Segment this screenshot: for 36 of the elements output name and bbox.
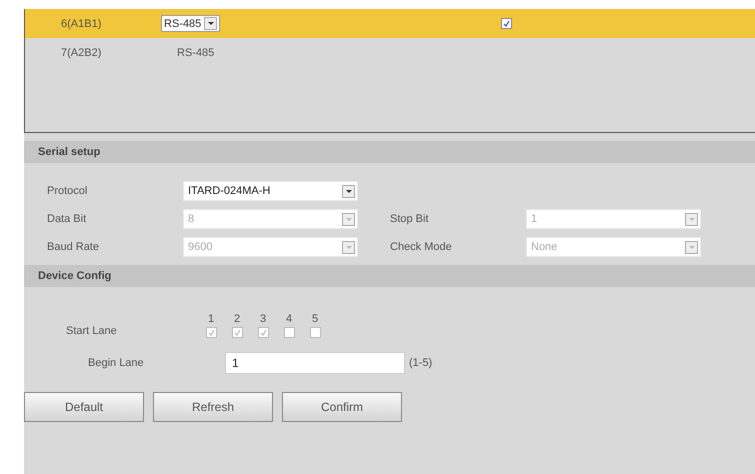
checkbox[interactable] [501, 18, 512, 29]
port-name: 6(A1B1) [61, 18, 102, 30]
check-icon [503, 20, 510, 27]
field-label: Baud Rate [47, 241, 100, 253]
port-name: 7(A2B2) [61, 46, 102, 58]
port-type: RS-485 [176, 46, 214, 58]
lane-checkbox[interactable] [258, 327, 268, 338]
lane-number: 4 [286, 313, 292, 325]
lane-number: 2 [234, 313, 240, 325]
action-button[interactable]: Confirm [282, 392, 402, 422]
select-field[interactable]: ITARD-024MA-H [183, 181, 358, 201]
check-icon [260, 329, 266, 336]
section-header: Device Config [24, 265, 755, 287]
field-label: Begin Lane [88, 357, 145, 369]
field-label: Check Mode [390, 241, 453, 253]
lane-checkbox[interactable] [310, 327, 320, 338]
lane-number: 5 [312, 313, 318, 325]
check-icon [208, 329, 214, 336]
input-field[interactable]: 1 [225, 352, 405, 374]
section-header: Serial setup [24, 141, 755, 163]
action-button[interactable]: Refresh [153, 392, 273, 422]
port-type-select[interactable]: RS-485 [161, 15, 220, 32]
field-label: Stop Bit [390, 213, 430, 225]
lane-checkbox[interactable] [232, 327, 242, 338]
port-row[interactable]: 6(A1B1) RS-485 [25, 9, 755, 38]
lane-number: 3 [260, 313, 266, 325]
lane-checkbox[interactable] [284, 327, 294, 338]
range-hint: (1-5) [409, 357, 432, 369]
lane-checkbox[interactable] [206, 327, 216, 338]
field-label: Protocol [47, 185, 88, 197]
action-button[interactable]: Default [24, 392, 144, 422]
port-row[interactable]: 7(A2B2) RS-485 [25, 38, 755, 67]
field-label: Data Bit [47, 213, 88, 225]
lane-number: 1 [208, 313, 214, 325]
field-label: Start Lane [66, 325, 118, 338]
check-icon [234, 329, 240, 336]
